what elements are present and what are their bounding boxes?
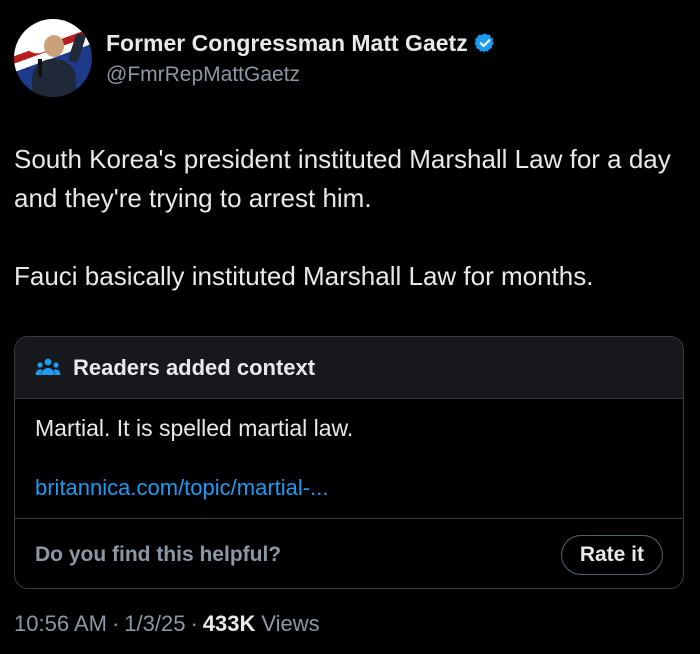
community-note-text: Martial. It is spelled martial law. <box>35 415 354 441</box>
community-note-footer: Do you find this helpful? Rate it <box>15 519 683 588</box>
rate-it-button[interactable]: Rate it <box>560 534 663 575</box>
tweet-date[interactable]: 1/3/25 <box>124 611 185 637</box>
community-note-link[interactable]: britannica.com/topic/martial-... <box>35 475 663 501</box>
views-label: Views <box>261 611 320 636</box>
community-note: Readers added context Martial. It is spe… <box>14 336 684 589</box>
views-count[interactable]: 433K <box>203 611 256 637</box>
handle[interactable]: @FmrRepMattGaetz <box>106 63 496 87</box>
verified-badge-icon <box>474 33 494 53</box>
author-names: Former Congressman Matt Gaetz @FmrRepMat… <box>106 30 496 87</box>
tweet-header: Former Congressman Matt Gaetz @FmrRepMat… <box>14 18 496 98</box>
tweet-meta: 10:56 AM · 1/3/25 · 433K Views <box>14 611 320 637</box>
meta-separator: · <box>111 611 120 636</box>
helpful-question: Do you find this helpful? <box>35 542 282 566</box>
community-note-body: Martial. It is spelled martial law. brit… <box>15 399 683 519</box>
tweet-paragraph: Fauci basically instituted Marshall Law … <box>14 261 594 291</box>
display-name[interactable]: Former Congressman Matt Gaetz <box>106 30 468 57</box>
tweet-time[interactable]: 10:56 AM <box>14 611 107 637</box>
tweet-text: South Korea's president instituted Marsh… <box>14 140 694 296</box>
meta-separator: · <box>190 611 198 636</box>
community-note-title: Readers added context <box>73 354 316 380</box>
avatar[interactable] <box>14 19 92 97</box>
people-icon <box>35 358 61 375</box>
community-note-header[interactable]: Readers added context <box>15 337 683 399</box>
tweet-paragraph: South Korea's president instituted Marsh… <box>14 144 671 213</box>
